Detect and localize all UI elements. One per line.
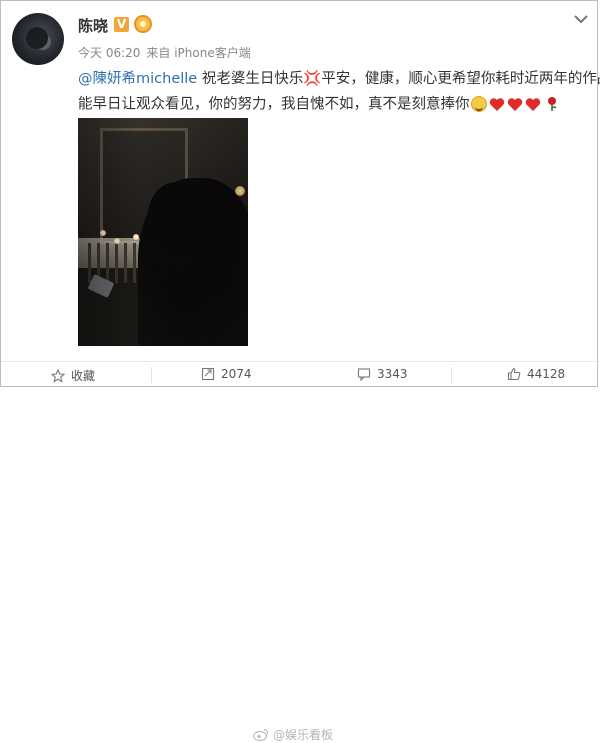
favorite-label: 收藏 — [71, 369, 96, 383]
watermark-text: @娱乐看板 — [273, 728, 334, 742]
post-photo[interactable] — [78, 118, 248, 346]
post-text-line-2: 能早日让观众看见，你的努力，我自愧不如，真不是刻意捧你 — [78, 92, 588, 118]
author-name[interactable]: 陈晓 — [78, 15, 108, 36]
action-separator — [151, 367, 152, 383]
post-text-rest: 祝老婆生日快乐💢平安，健康，顺心更希望你耗时近两年的作品 — [197, 71, 600, 87]
post-text: @陳妍希michelle 祝老婆生日快乐💢平安，健康，顺心更希望你耗时近两年的作… — [78, 67, 600, 118]
emoji-row — [470, 92, 559, 117]
like-count: 44128 — [527, 367, 566, 381]
post-text-line-1: @陳妍希michelle 祝老婆生日快乐💢平安，健康，顺心更希望你耗时近两年的作… — [78, 67, 600, 92]
action-bar: 收藏 2074 @娱乐看板 3343 44128 — [1, 362, 599, 742]
like-icon — [507, 367, 521, 381]
avatar-face — [26, 27, 48, 49]
weibo-post-card: 陈晓 V 今天 06:20 来自 iPhone客户端 @陳妍希michelle 祝… — [0, 0, 600, 742]
weibo-logo-icon — [253, 728, 269, 741]
comment-count: 3343 — [377, 367, 408, 381]
star-icon — [50, 368, 66, 383]
chevron-down-icon[interactable] — [571, 11, 591, 27]
heart-emoji-icon — [507, 97, 522, 111]
post-text-line-2-text: 能早日让观众看见，你的努力，我自愧不如，真不是刻意捧你 — [78, 96, 470, 113]
post-timestamp[interactable]: 今天 06:20 — [78, 46, 140, 60]
repost-icon — [201, 367, 215, 381]
favorite-button[interactable]: 收藏 — [50, 367, 96, 383]
repost-count: 2074 — [221, 367, 252, 381]
post-meta: 今天 06:20 来自 iPhone客户端 — [78, 44, 257, 61]
avatar[interactable] — [12, 13, 64, 65]
rose-emoji-icon — [547, 97, 557, 111]
like-button[interactable]: 44128 — [507, 367, 565, 383]
heart-emoji-icon — [525, 97, 540, 111]
comment-icon — [357, 368, 371, 382]
comment-button[interactable]: 3343 — [357, 367, 408, 383]
photo-shade — [78, 118, 248, 346]
smile-emoji-icon — [470, 96, 487, 112]
heart-emoji-icon — [489, 97, 504, 111]
watermark: @娱乐看板 — [253, 726, 333, 743]
verified-badge-icon: V — [114, 17, 129, 32]
repost-button[interactable]: 2074 — [201, 367, 252, 383]
post-source: 来自 iPhone客户端 — [146, 46, 251, 60]
action-separator — [451, 367, 452, 383]
medal-icon — [134, 15, 152, 33]
mention-link[interactable]: @陳妍希michelle — [78, 71, 197, 87]
